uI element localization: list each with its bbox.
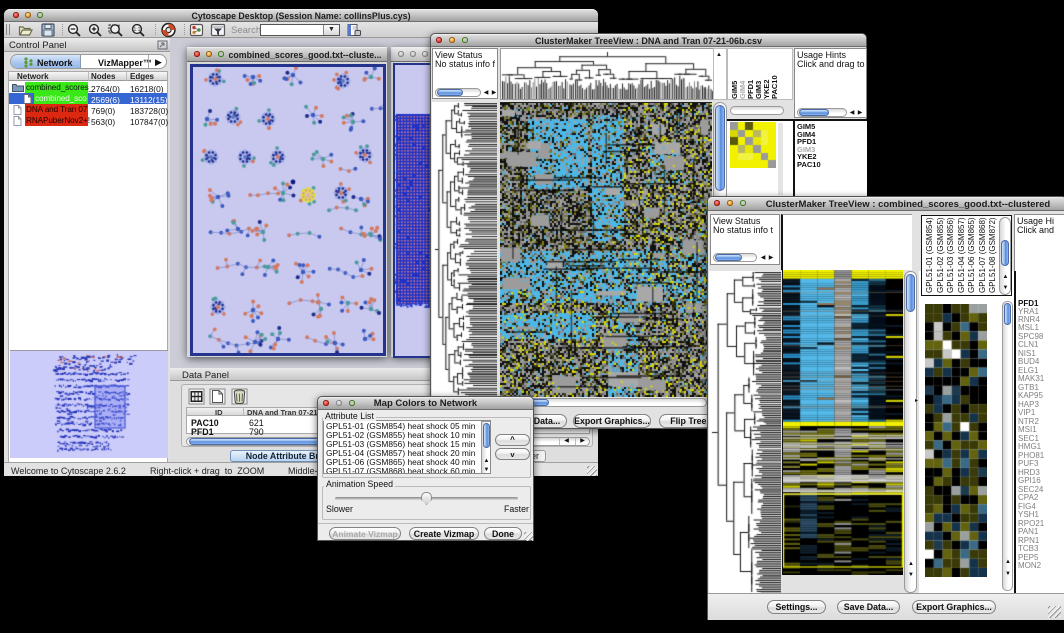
svg-text:1:1: 1:1 [134, 27, 141, 33]
